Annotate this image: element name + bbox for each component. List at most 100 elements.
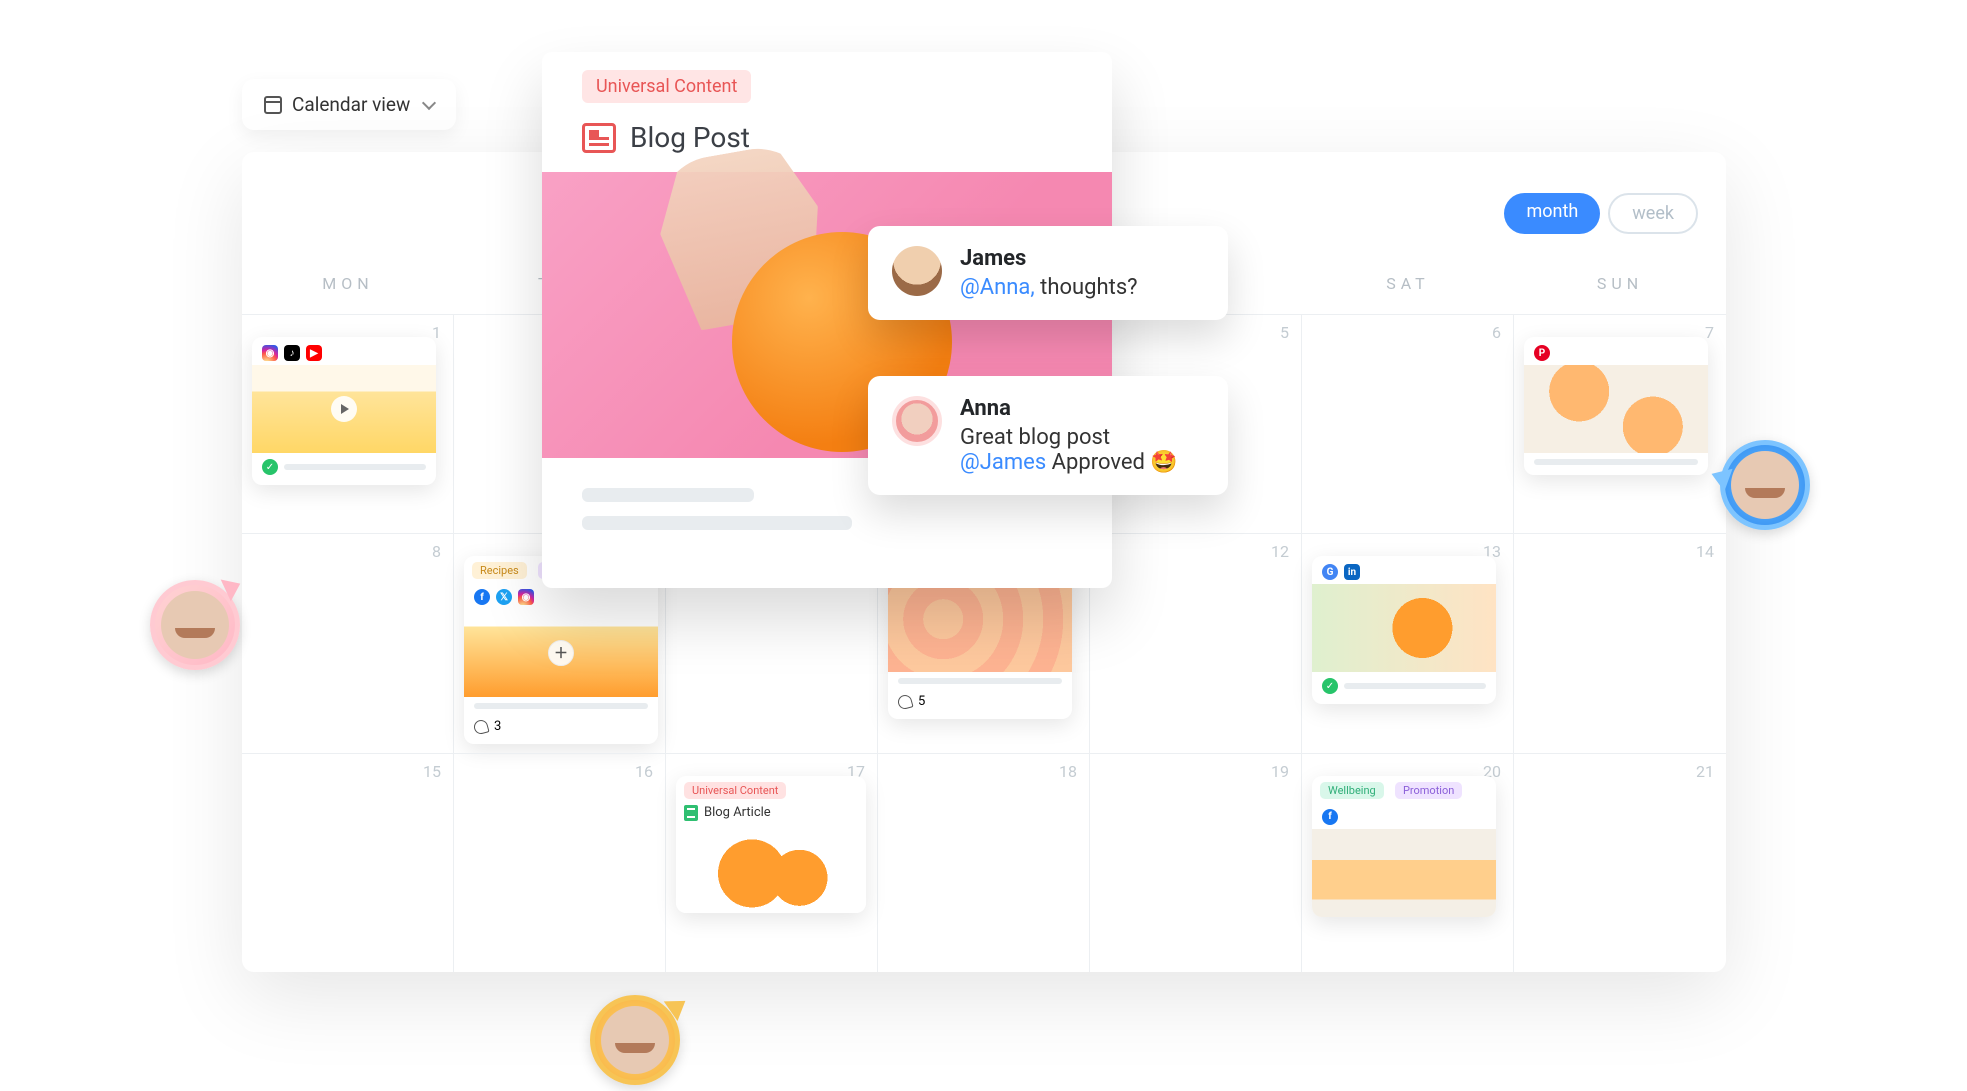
twitter-icon: 𝕏 [496, 589, 512, 605]
tag-recipes[interactable]: Recipes [472, 562, 527, 579]
avatar [892, 396, 942, 446]
comment-icon [898, 695, 912, 709]
facebook-icon: f [1322, 809, 1338, 825]
post-card-mon1[interactable]: ◉ ♪ ▶ ✓ [252, 337, 436, 485]
date-label: 19 [1271, 762, 1289, 781]
cell-20[interactable]: 20 Wellbeing Promotion f [1302, 753, 1514, 972]
card-footer: ✓ [1312, 672, 1496, 704]
card-thumbnail [676, 825, 866, 913]
cell-6[interactable]: 6 [1302, 314, 1514, 533]
card-footer [888, 672, 1072, 694]
cell-1[interactable]: 1 ◉ ♪ ▶ ✓ [242, 314, 454, 533]
weekday-label: SUN [1514, 274, 1726, 314]
comment-count: 3 [494, 719, 501, 734]
caption-placeholder [474, 703, 648, 709]
avatar-face [161, 591, 229, 659]
comment-icon [474, 720, 488, 734]
approved-icon: ✓ [262, 459, 278, 475]
collaborator-cursor-anna [150, 580, 240, 670]
comment-mention[interactable]: @James [960, 450, 1046, 475]
avatar-face [601, 1006, 669, 1074]
cell-12[interactable]: 12 [1090, 533, 1302, 752]
cell-13[interactable]: 13 G in ✓ [1302, 533, 1514, 752]
cell-17[interactable]: 17 Universal Content Blog Article [666, 753, 878, 972]
tag-wellbeing[interactable]: Wellbeing [1320, 782, 1384, 799]
instagram-icon: ◉ [262, 345, 278, 361]
date-label: 15 [423, 762, 441, 781]
weekday-label: SAT [1302, 274, 1514, 314]
play-icon[interactable] [331, 396, 357, 422]
doc-label: Blog Article [704, 805, 771, 820]
tag-promotion[interactable]: Promotion [1395, 782, 1462, 799]
date-label: 7 [1705, 323, 1714, 342]
zoom-in-icon[interactable]: ＋ [548, 640, 574, 666]
calendar-view-dropdown[interactable]: Calendar view [242, 79, 456, 130]
comment-mention[interactable]: @Anna, [960, 275, 1035, 300]
comment-text: thoughts? [1035, 275, 1138, 300]
date-label: 16 [635, 762, 653, 781]
post-card-sat13[interactable]: G in ✓ [1312, 556, 1496, 704]
post-card-sun7[interactable]: P [1524, 337, 1708, 475]
facebook-icon: f [474, 589, 490, 605]
google-icon: G [1322, 564, 1338, 580]
tiktok-icon: ♪ [284, 345, 300, 361]
chevron-down-icon [422, 95, 436, 109]
comment-text: Approved 🤩 [1046, 450, 1178, 475]
cell-21[interactable]: 21 [1514, 753, 1726, 972]
date-label: 1 [432, 323, 441, 342]
toggle-month[interactable]: month [1504, 193, 1600, 234]
youtube-icon: ▶ [306, 345, 322, 361]
instagram-icon: ◉ [518, 589, 534, 605]
date-label: 18 [1059, 762, 1077, 781]
tag-universal-content[interactable]: Universal Content [684, 782, 786, 799]
date-label: 6 [1492, 323, 1501, 342]
date-label: 21 [1696, 762, 1714, 781]
document-icon [684, 805, 698, 821]
cell-15[interactable]: 15 [242, 753, 454, 972]
cell-8[interactable]: 8 [242, 533, 454, 752]
card-thumbnail [252, 365, 436, 453]
blog-post-title: Blog Post [630, 121, 750, 154]
card-thumbnail [1312, 584, 1496, 672]
date-label: 12 [1271, 542, 1289, 561]
cell-16[interactable]: 16 [454, 753, 666, 972]
collaborator-cursor-james [590, 995, 680, 1085]
doc-row: Blog Article [676, 801, 866, 825]
card-channel-icons: G in [1312, 556, 1496, 584]
calendar-view-label: Calendar view [292, 93, 410, 116]
caption-placeholder [898, 678, 1062, 684]
card-thumbnail [888, 584, 1072, 672]
caption-placeholder [284, 464, 426, 470]
card-footer [1524, 453, 1708, 475]
comment-bubble-anna[interactable]: Anna Great blog post @James Approved 🤩 [868, 376, 1228, 495]
avatar [892, 246, 942, 296]
comment-author: Anna [960, 396, 1178, 421]
caption-placeholder [1534, 459, 1698, 465]
card-footer [464, 697, 658, 719]
card-channel-icons: ◉ ♪ ▶ [252, 337, 436, 365]
linkedin-icon: in [1344, 564, 1360, 580]
date-label: 14 [1696, 542, 1714, 561]
cell-7[interactable]: 7 P [1514, 314, 1726, 533]
blog-post-preview[interactable]: Universal Content Blog Post [542, 52, 1112, 588]
card-comments[interactable]: 5 [888, 694, 1072, 719]
comment-bubble-james[interactable]: James @Anna, thoughts? [868, 226, 1228, 320]
toggle-week[interactable]: week [1608, 193, 1698, 234]
newspaper-icon [582, 123, 616, 153]
card-thumbnail: ＋ [464, 609, 658, 697]
date-label: 5 [1280, 323, 1289, 342]
cell-18[interactable]: 18 [878, 753, 1090, 972]
approved-icon: ✓ [1322, 678, 1338, 694]
card-thumbnail [1312, 829, 1496, 917]
caption-placeholder [1344, 683, 1486, 689]
cell-14[interactable]: 14 [1514, 533, 1726, 752]
tag-universal-content[interactable]: Universal Content [582, 70, 751, 103]
cell-19[interactable]: 19 [1090, 753, 1302, 972]
post-card-sat20[interactable]: Wellbeing Promotion f [1312, 776, 1496, 917]
post-card-wed17[interactable]: Universal Content Blog Article [676, 776, 866, 913]
weekday-label: MON [242, 274, 454, 314]
comment-author: James [960, 246, 1138, 271]
calendar-icon [264, 96, 282, 114]
blog-post-title-row: Blog Post [582, 121, 1112, 154]
card-comments[interactable]: 3 [464, 719, 658, 744]
